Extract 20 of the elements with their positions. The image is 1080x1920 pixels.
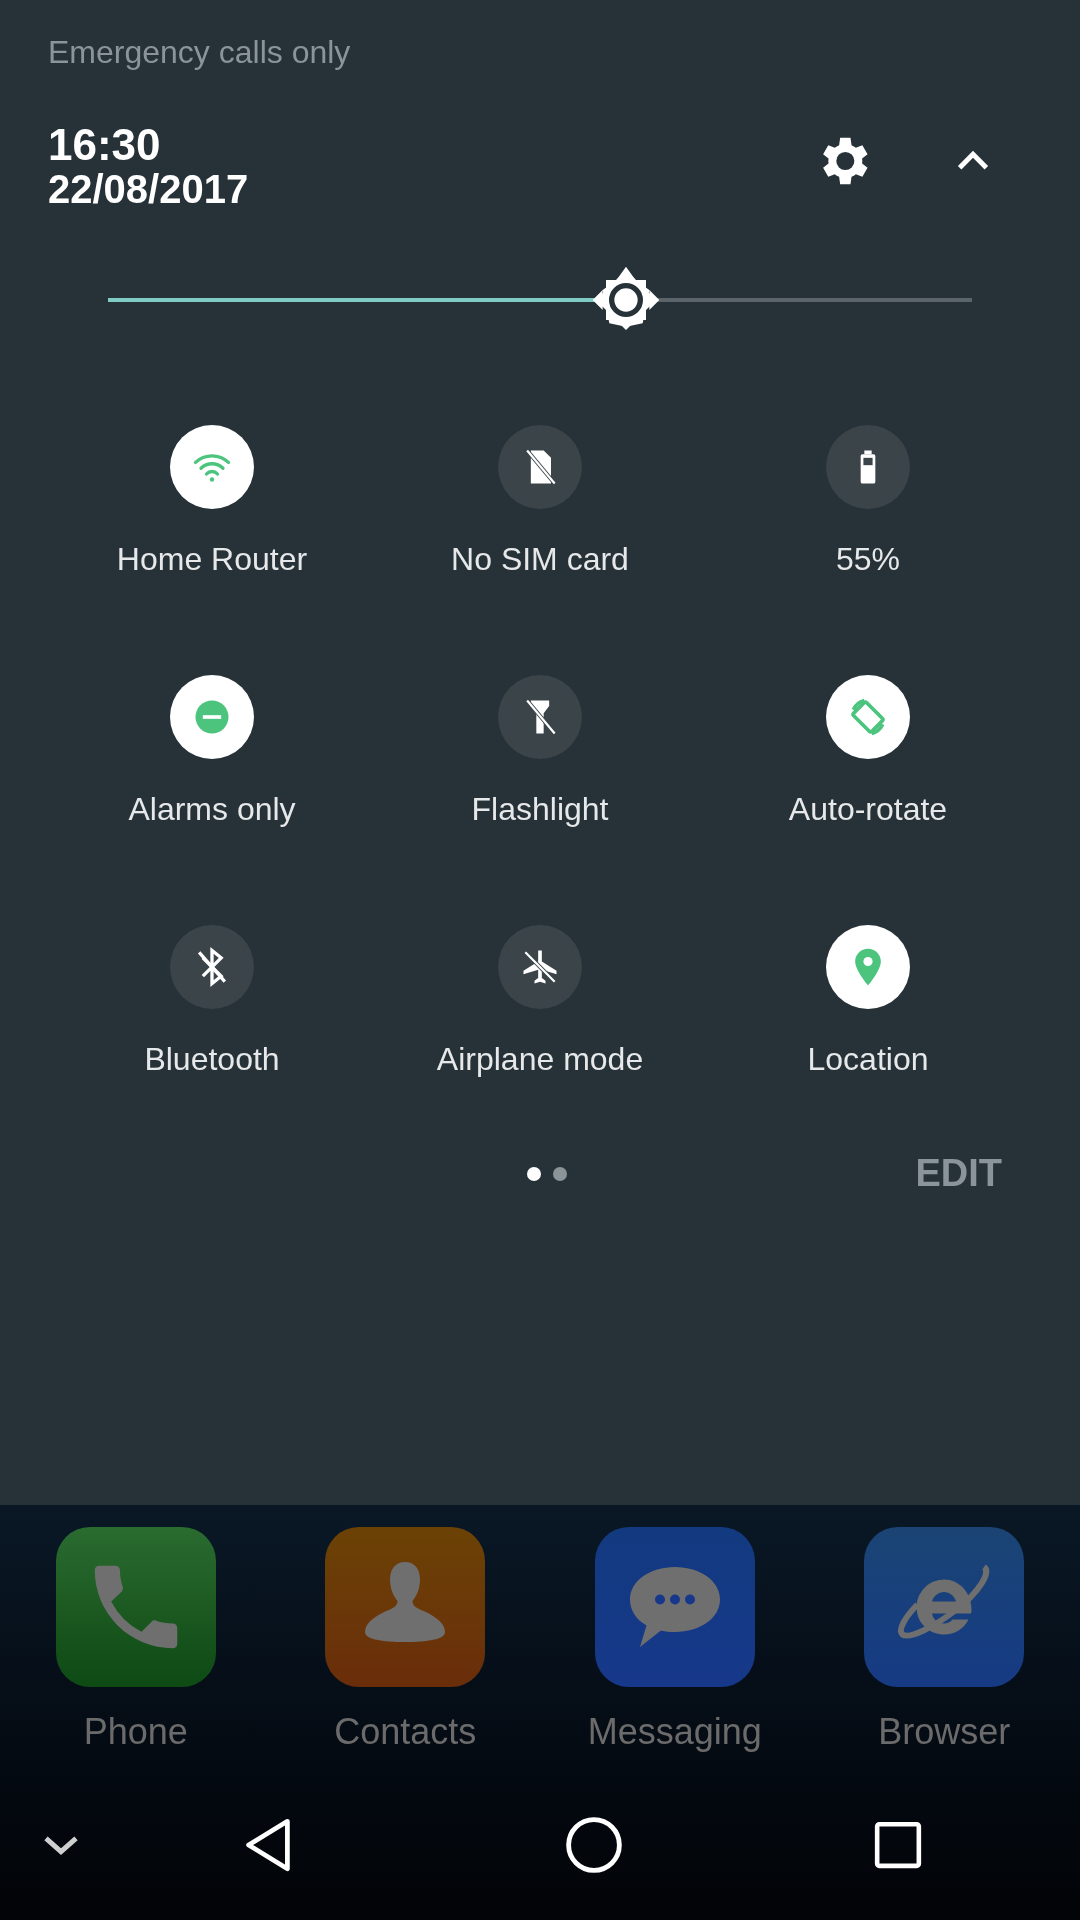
quick-tile[interactable]: Location xyxy=(704,925,1032,1083)
quick-tile[interactable]: No SIM card xyxy=(376,425,704,583)
quick-tile[interactable]: Airplane mode xyxy=(376,925,704,1083)
clock-time: 16:30 xyxy=(48,122,162,168)
app-shortcut[interactable]: Phone xyxy=(45,1527,227,1759)
quick-tile[interactable]: Flashlight xyxy=(376,675,704,833)
home-circle-icon xyxy=(565,1816,623,1874)
quick-tile[interactable]: Auto-rotate xyxy=(704,675,1032,833)
edit-button[interactable]: EDIT xyxy=(915,1145,1002,1202)
quick-tile[interactable]: Bluetooth xyxy=(48,925,376,1083)
quick-tile[interactable]: Home Router xyxy=(48,425,376,583)
home-button[interactable] xyxy=(564,1815,624,1875)
app-shortcut[interactable]: Contacts xyxy=(314,1527,496,1759)
app-shortcut[interactable]: Messaging xyxy=(584,1527,766,1759)
recents-square-icon xyxy=(873,1820,923,1870)
carrier-text: Emergency calls only xyxy=(48,33,351,72)
quick-tile[interactable]: 55% xyxy=(704,425,1032,583)
quick-tile[interactable]: Alarms only xyxy=(48,675,376,833)
date-text: 22/08/2017 xyxy=(48,168,249,210)
app-shortcut[interactable]: Browser xyxy=(853,1527,1035,1759)
